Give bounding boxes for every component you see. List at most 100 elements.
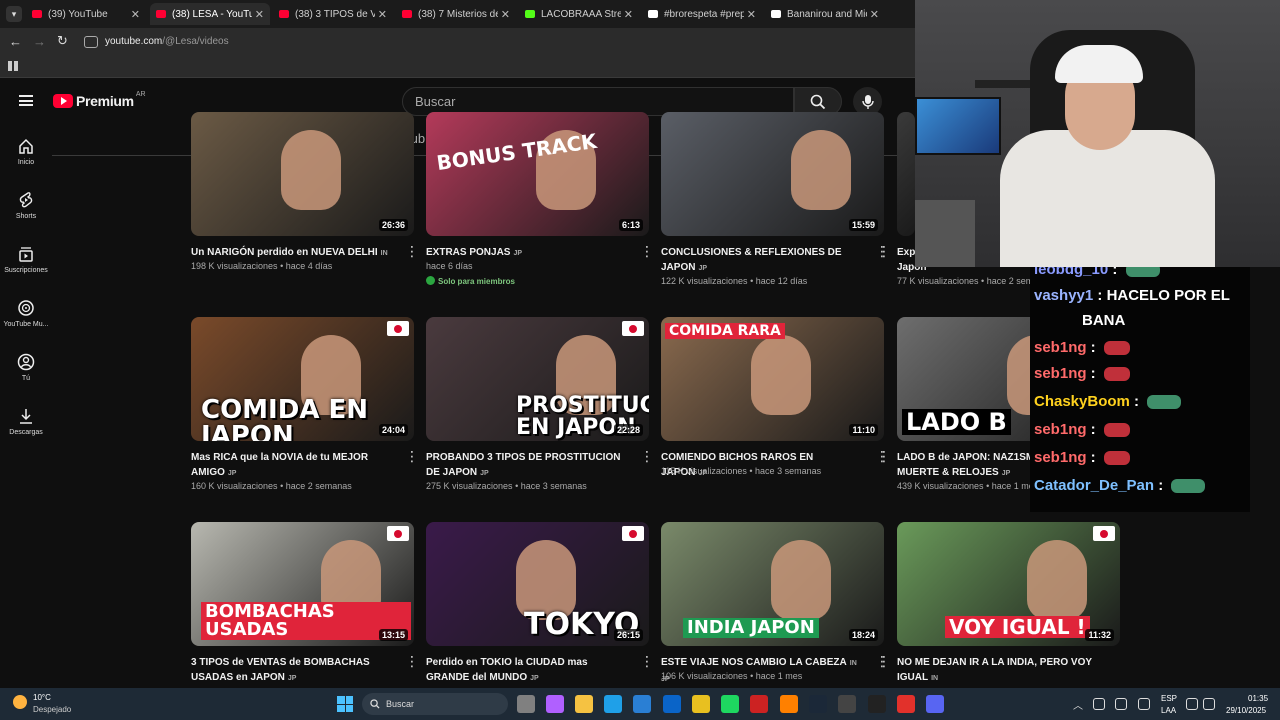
browser-tab[interactable]: (38) 7 Misterios de Vi✕ (396, 3, 516, 25)
video-title[interactable]: Un NARIGÓN perdido en NUEVA DELHI IN (191, 245, 391, 261)
network-icon[interactable] (1115, 698, 1127, 710)
app3-icon[interactable] (838, 695, 856, 713)
tab-close-icon[interactable]: ✕ (870, 8, 879, 21)
video-thumbnail[interactable]: PROSTITUCIÓN EN JAPON22:28 (426, 317, 649, 441)
bluetooth-icon[interactable] (1138, 698, 1150, 710)
chat-username: ChaskyBoom (1034, 393, 1130, 410)
reload-icon[interactable]: ↻ (57, 33, 68, 49)
video-title[interactable]: Mas RICA que la NOVIA de tu MEJOR AMIGO J… (191, 450, 391, 481)
video-thumbnail[interactable]: INDIA JAPON 18:24 (661, 522, 884, 646)
site-info-icon[interactable] (84, 36, 98, 48)
video-thumbnail[interactable]: BOMBACHAS USADAS 13:15 (191, 522, 414, 646)
url-field[interactable]: youtube.com/@Lesa/videos (105, 36, 229, 47)
wifi-icon[interactable] (1186, 698, 1198, 710)
sidebar-item-music[interactable]: YouTube Mu... (0, 299, 52, 328)
epic-icon[interactable] (868, 695, 886, 713)
country-badge: IN (931, 675, 939, 682)
start-button[interactable] (337, 696, 353, 712)
browser-tab[interactable]: Bananirou and Mictia✕ (765, 3, 885, 25)
back-icon[interactable]: ← (9, 34, 22, 49)
discord-icon[interactable] (926, 695, 944, 713)
browser-tab[interactable]: #brorespeta #prepuc✕ (642, 3, 762, 25)
chat-message: seb1ng : (1034, 421, 1130, 438)
chrome-icon[interactable] (692, 695, 710, 713)
video-thumbnail[interactable]: TOKYO 26:15 (426, 522, 649, 646)
chat-message: seb1ng : (1034, 449, 1130, 466)
video-duration: 26:36 (378, 219, 408, 231)
search-placeholder: Buscar (415, 94, 456, 109)
onedrive-icon[interactable] (1093, 698, 1105, 710)
tab-search-chevron-icon[interactable]: ▾ (6, 6, 22, 22)
clock-time[interactable]: 01:35 (1248, 694, 1268, 703)
browser-tab[interactable]: (38) 3 TIPOS de VENT✕ (273, 3, 393, 25)
browser-tab[interactable]: LACOBRAAA Stream✕ (519, 3, 639, 25)
video-thumbnail[interactable]: VOY IGUAL ! 11:32 (897, 522, 1120, 646)
menu-icon[interactable] (19, 95, 33, 106)
forward-icon[interactable]: → (33, 34, 46, 49)
video-title[interactable]: EXTRAS PONJAS JP (426, 245, 626, 261)
more-actions-icon[interactable]: ⋮ (640, 449, 654, 463)
more-actions-icon[interactable]: ⋮ (405, 449, 419, 463)
tab-close-icon[interactable]: ✕ (131, 8, 140, 21)
chat-username: Catador_De_Pan (1034, 477, 1155, 494)
tab-favicon-icon (279, 10, 289, 18)
chat-colon: : (1086, 449, 1100, 466)
spotify-icon[interactable] (721, 695, 739, 713)
sidebar-item-you[interactable]: Tú (0, 353, 52, 382)
lang-indicator[interactable]: ESP (1161, 694, 1177, 703)
tab-close-icon[interactable]: ✕ (501, 8, 510, 21)
weather-temp[interactable]: 10°C (33, 693, 51, 702)
sidebar-item-download[interactable]: Descargas (0, 407, 52, 436)
app-icon[interactable] (750, 695, 768, 713)
steam-icon[interactable] (809, 695, 827, 713)
video-thumbnail[interactable]: 15:59 (661, 112, 884, 236)
browser-tab[interactable]: (39) YouTube ✕ (26, 3, 146, 25)
more-actions-icon[interactable]: ⋮ (877, 449, 891, 463)
video-title[interactable]: Perdido en TOKIO la CIUDAD mas GRANDE de… (426, 655, 626, 686)
apps-grid-icon[interactable] (8, 61, 18, 71)
more-actions-icon[interactable]: ⋮ (877, 654, 891, 668)
more-actions-icon[interactable]: ⋮ (405, 244, 419, 258)
app4-icon[interactable] (897, 695, 915, 713)
tab-close-icon[interactable]: ✕ (255, 8, 264, 21)
outlook-icon[interactable] (663, 695, 681, 713)
video-thumbnail[interactable]: BONUS TRACK 6:13 (426, 112, 649, 236)
search-icon (810, 94, 826, 109)
tab-close-icon[interactable]: ✕ (624, 8, 633, 21)
video-thumbnail[interactable]: COMIDA RARA 11:10 (661, 317, 884, 441)
copilot-icon[interactable] (546, 695, 564, 713)
edge-icon[interactable] (604, 695, 622, 713)
weather-icon[interactable] (13, 695, 27, 709)
video-title[interactable]: 3 TIPOS de VENTAS de BOMBACHAS USADAS en… (191, 655, 391, 686)
more-actions-icon[interactable]: ⋮ (640, 654, 654, 668)
taskbar-search[interactable]: Buscar (362, 693, 508, 715)
tray-chevron-icon[interactable]: ︿ (1073, 697, 1083, 712)
app2-icon[interactable] (780, 695, 798, 713)
tab-close-icon[interactable]: ✕ (747, 8, 756, 21)
thumbnail-person (771, 540, 831, 620)
video-thumbnail[interactable] (897, 112, 915, 236)
chat-username: seb1ng (1034, 421, 1087, 438)
video-title[interactable]: NO ME DEJAN IR A LA INDIA, PERO VOY IGUA… (897, 655, 1097, 686)
browser-tab[interactable]: (38) LESA - YouTube✕ (150, 3, 270, 25)
more-actions-icon[interactable]: ⋮ (405, 654, 419, 668)
sidebar-item-home[interactable]: Inicio (0, 137, 52, 166)
chat-emote-icon (1125, 267, 1160, 278)
chat-colon: : (1086, 339, 1100, 356)
folder-icon[interactable] (575, 695, 593, 713)
youtube-logo[interactable]: Premium AR (53, 91, 146, 109)
sidebar-item-subscriptions[interactable]: Suscripciones (0, 245, 52, 274)
file-manager-icon[interactable] (517, 695, 535, 713)
sidebar-item-shorts[interactable]: Shorts (0, 191, 52, 220)
more-actions-icon[interactable]: ⋮ (640, 244, 654, 258)
more-actions-icon[interactable]: ⋮ (877, 244, 891, 258)
tab-close-icon[interactable]: ✕ (378, 8, 387, 21)
volume-icon[interactable] (1203, 698, 1215, 710)
japan-flag-icon (387, 321, 409, 336)
video-thumbnail[interactable]: 26:36 (191, 112, 414, 236)
store-icon[interactable] (633, 695, 651, 713)
video-title[interactable]: PROBANDO 3 TIPOS DE PROSTITUCION DE JAPO… (426, 450, 626, 481)
upload-age: hace 1 me (991, 481, 1034, 491)
video-title[interactable]: CONCLUSIONES & REFLEXIONES DE JAPON JP (661, 245, 861, 276)
video-thumbnail[interactable]: COMIDA EN JAPON 24:04 (191, 317, 414, 441)
